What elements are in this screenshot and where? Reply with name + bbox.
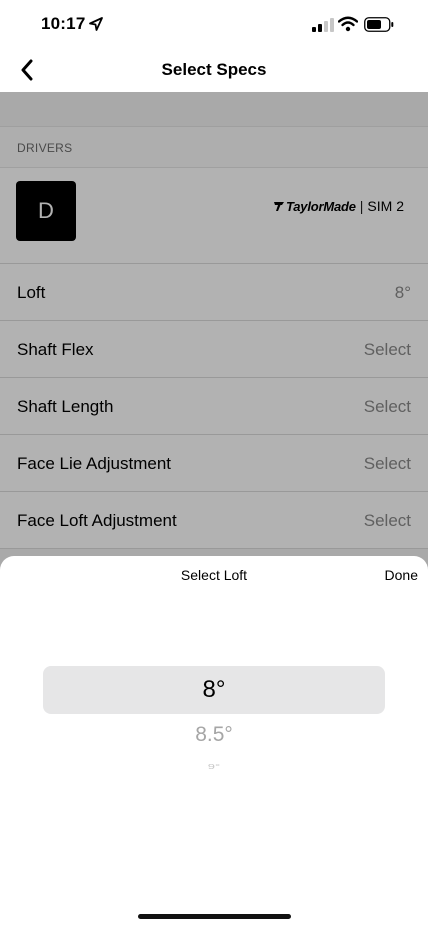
page-title: Select Specs <box>161 60 267 79</box>
home-indicator[interactable] <box>138 914 291 919</box>
location-arrow-icon <box>89 17 103 31</box>
picker-option[interactable]: 9° <box>0 762 428 770</box>
wifi-icon <box>338 16 358 32</box>
picker-option-selected[interactable]: 8° <box>0 676 428 704</box>
picker-option[interactable]: 8.5° <box>0 723 428 747</box>
done-button[interactable]: Done <box>385 567 418 583</box>
status-bar: 10:17 <box>0 0 428 48</box>
loft-picker-sheet: Select Loft Done 8° 8.5° 9° <box>0 556 428 926</box>
battery-icon <box>364 17 394 32</box>
cellular-signal-icon <box>312 18 334 32</box>
status-time: 10:17 <box>41 14 86 33</box>
nav-bar: Select Specs <box>0 48 428 92</box>
picker-title: Select Loft <box>180 567 248 583</box>
